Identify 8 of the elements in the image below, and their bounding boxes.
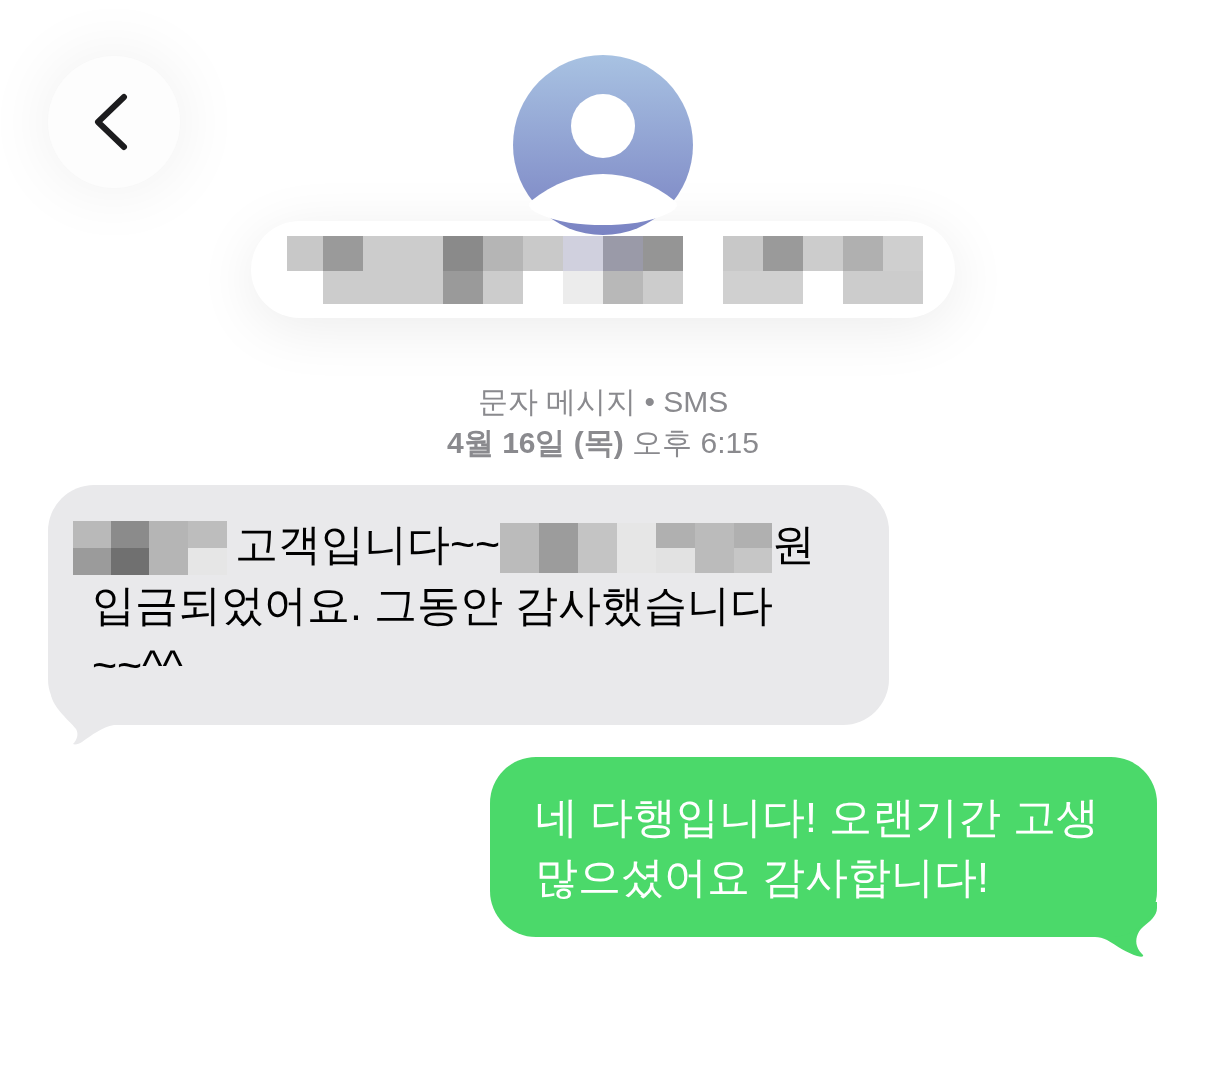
message-text: 네 다행입니다! 오랜기간 고생 많으셨어요 감사합니다! (535, 792, 1099, 901)
message-text: 원 (772, 520, 816, 568)
message-text: 고객입니다~~ (235, 520, 501, 568)
timestamp-text: 4월 16일 (목) 오후 6:15 (447, 425, 759, 461)
service-label: 문자 메시지 • SMS (477, 384, 729, 420)
avatar-icon[interactable] (513, 55, 693, 235)
chevron-left-icon (93, 93, 129, 151)
message-text: 입금되었어요. 그동안 감사했습니다 ~~^^ (92, 580, 773, 689)
